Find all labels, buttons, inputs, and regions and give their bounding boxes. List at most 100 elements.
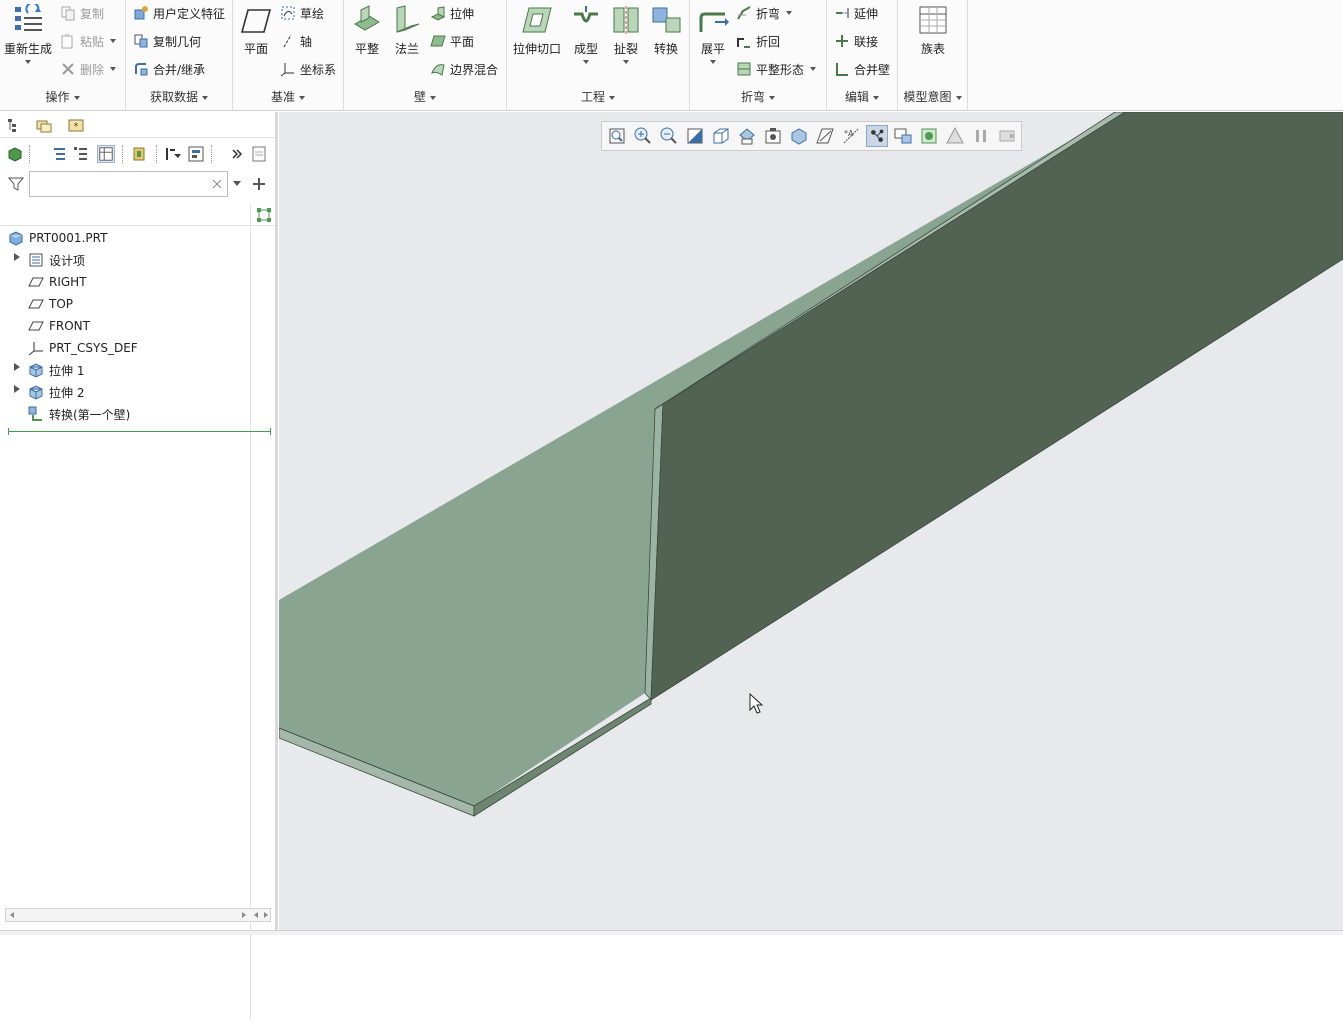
bend-back-button[interactable]: 折回	[736, 31, 780, 51]
exit-icon[interactable]	[996, 125, 1018, 147]
extrude-wall-button[interactable]: 拉伸	[430, 3, 474, 23]
filter-icon[interactable]	[8, 176, 24, 192]
chevron-down-icon[interactable]	[110, 39, 117, 43]
saved-orientations-icon[interactable]	[710, 125, 732, 147]
section-icon[interactable]	[892, 125, 914, 147]
tree-item-top[interactable]: TOP	[28, 293, 73, 315]
refit-icon[interactable]	[606, 125, 628, 147]
tree-item-front[interactable]: FRONT	[28, 315, 90, 337]
user-defined-feature-button[interactable]: 用户定义特征	[133, 3, 225, 23]
insert-here-marker[interactable]	[8, 428, 271, 435]
tree-item-convert[interactable]: 转换(第一个壁)	[28, 403, 130, 425]
group-label-edit[interactable]: 编辑	[827, 88, 897, 105]
tree-search-input[interactable]	[29, 171, 228, 197]
regenerate-button[interactable]: 重新生成	[3, 4, 53, 64]
copy-geometry-button[interactable]: 复制几何	[133, 31, 201, 51]
group-label-get-data[interactable]: 获取数据	[126, 88, 232, 105]
spin-center-icon[interactable]	[866, 125, 888, 147]
tree-item-csys[interactable]: PRT_CSYS_DEF	[28, 337, 138, 359]
scroll-left-icon[interactable]	[8, 911, 16, 919]
sheetmetal-model[interactable]	[279, 112, 1343, 930]
vertical-wall-face[interactable]	[650, 112, 1343, 701]
tree-item-design-items[interactable]: 设计项	[28, 249, 85, 271]
bend-button[interactable]: 折弯	[736, 3, 793, 23]
planar-wall-button[interactable]: 平面	[430, 31, 474, 51]
scroll-right-icon[interactable]	[240, 911, 248, 919]
flat-wall-button[interactable]: 平整	[350, 4, 384, 57]
unbend-button[interactable]: 展平	[696, 4, 730, 64]
view-manager-icon[interactable]	[736, 125, 758, 147]
axis-button[interactable]: 轴	[280, 31, 312, 51]
tree-item-right[interactable]: RIGHT	[28, 271, 87, 293]
scroll-left-icon[interactable]	[252, 911, 260, 919]
csys-button[interactable]: 坐标系	[280, 59, 336, 79]
repaint-icon[interactable]	[684, 125, 706, 147]
rip-button[interactable]: 扯裂	[609, 4, 643, 64]
sketch-button[interactable]: 草绘	[280, 3, 324, 23]
tree-item-extrude-2[interactable]: 拉伸 2	[28, 381, 84, 403]
perspective-view-icon[interactable]	[762, 125, 784, 147]
join-button[interactable]: 联接	[834, 31, 878, 51]
flange-wall-button[interactable]: 法兰	[390, 4, 424, 57]
shading-icon[interactable]	[944, 125, 966, 147]
datum-plane-button[interactable]: 平面	[239, 4, 273, 57]
extend-button[interactable]: 延伸	[834, 3, 878, 23]
tree-column-divider[interactable]	[250, 204, 251, 1020]
chevron-down-icon[interactable]	[786, 11, 793, 15]
copy-button[interactable]: 复制	[60, 3, 104, 23]
delete-button[interactable]: 删除	[60, 59, 117, 79]
add-icon[interactable]	[251, 176, 267, 192]
merge-walls-button[interactable]: 合并壁	[834, 59, 890, 79]
datum-display-icon[interactable]	[814, 125, 836, 147]
tree-item-extrude-1[interactable]: 拉伸 1	[28, 359, 84, 381]
expand-icon[interactable]	[14, 253, 20, 261]
family-table-button[interactable]: 族表	[912, 4, 954, 57]
group-label-bend[interactable]: 折弯	[690, 88, 826, 105]
flat-pattern-button[interactable]: 平整形态	[736, 59, 817, 79]
zoom-in-icon[interactable]	[632, 125, 654, 147]
part-icon[interactable]	[6, 145, 24, 163]
display-style-icon[interactable]	[788, 125, 810, 147]
show-icon[interactable]	[130, 145, 148, 163]
more-icon[interactable]	[228, 145, 246, 163]
merge-inherit-button[interactable]: 合并/继承	[133, 59, 205, 79]
document-icon[interactable]	[250, 145, 268, 163]
zoom-out-icon[interactable]	[658, 125, 680, 147]
convert-button[interactable]: 转换	[649, 4, 683, 57]
boundary-blend-button[interactable]: 边界混合	[430, 59, 498, 79]
model-tree-tab-icon[interactable]	[6, 117, 22, 133]
filter-tree-icon[interactable]	[164, 145, 182, 163]
group-label-wall[interactable]: 壁	[344, 88, 506, 105]
pause-icon[interactable]	[970, 125, 992, 147]
chevron-down-icon[interactable]	[583, 60, 589, 64]
graphics-window[interactable]: *A	[279, 112, 1343, 930]
chevron-down-icon[interactable]	[710, 60, 716, 64]
favorites-tab-icon[interactable]: *	[68, 117, 84, 133]
chevron-down-icon[interactable]	[25, 60, 31, 64]
chevron-down-icon[interactable]	[623, 60, 629, 64]
tree-column-settings-icon[interactable]	[257, 208, 271, 222]
folder-browser-tab-icon[interactable]	[36, 117, 52, 133]
form-button[interactable]: 成型	[569, 4, 603, 64]
chevron-down-icon[interactable]	[110, 67, 117, 71]
group-label-model-intent[interactable]: 模型意图	[898, 88, 967, 105]
scroll-right-icon[interactable]	[262, 911, 270, 919]
tree-root[interactable]: PRT0001.PRT	[8, 227, 107, 249]
group-label-datum[interactable]: 基准	[233, 88, 343, 105]
tree-list-icon[interactable]	[50, 145, 68, 163]
tree-horizontal-scrollbar[interactable]	[5, 908, 271, 922]
expand-tree-icon[interactable]	[72, 145, 90, 163]
annotation-display-icon[interactable]: *A	[840, 125, 862, 147]
chevron-down-icon[interactable]	[810, 67, 817, 71]
expand-icon[interactable]	[14, 363, 20, 371]
extrude-cut-button[interactable]: 拉伸切口	[513, 4, 561, 57]
clear-icon[interactable]	[211, 178, 223, 190]
group-label-engineering[interactable]: 工程	[507, 88, 689, 105]
tree-columns-icon[interactable]	[97, 145, 115, 163]
paste-button[interactable]: 粘贴	[60, 31, 117, 51]
group-label-operations[interactable]: 操作	[0, 88, 125, 105]
chevron-down-icon[interactable]	[232, 180, 242, 188]
expand-icon[interactable]	[14, 385, 20, 393]
appearance-icon[interactable]	[918, 125, 940, 147]
tree-settings-icon[interactable]	[187, 145, 205, 163]
